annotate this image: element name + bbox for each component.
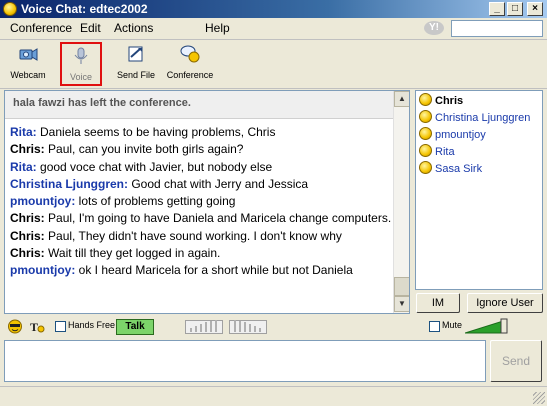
volume-slider[interactable] bbox=[465, 318, 509, 334]
chat-transcript[interactable]: hala fawzi has left the conference. Rita… bbox=[4, 90, 410, 314]
message-sender: pmountjoy: bbox=[10, 194, 76, 209]
hands-free-checkbox[interactable] bbox=[55, 321, 66, 332]
system-message: hala fawzi has left the conference. bbox=[5, 91, 394, 119]
message-row: Christina Ljunggren: Good chat with Jerr… bbox=[10, 176, 393, 193]
message-text: Paul, can you invite both girls again? bbox=[48, 142, 244, 157]
participant-item[interactable]: Sasa Sirk bbox=[419, 161, 482, 177]
input-level-meter bbox=[185, 320, 223, 334]
mute-label: Mute bbox=[442, 320, 463, 330]
emoticon-icon[interactable] bbox=[7, 319, 23, 334]
message-row: pmountjoy: ok I heard Maricela for a sho… bbox=[10, 262, 393, 279]
message-sender: pmountjoy: bbox=[10, 263, 76, 278]
voice-chat-window: Voice Chat: edtec2002 _ □ × Conference E… bbox=[0, 0, 547, 406]
message-sender: Chris: bbox=[10, 228, 45, 243]
message-list: Rita: Daniela seems to be having problem… bbox=[10, 124, 393, 280]
chat-scrollbar[interactable]: ▲ ▼ bbox=[393, 91, 409, 313]
toolbar-divider bbox=[0, 39, 547, 40]
message-text: Daniela seems to be having problems, Chr… bbox=[40, 125, 276, 139]
message-sender: Rita: bbox=[10, 159, 37, 174]
menu-edit[interactable]: Edit bbox=[80, 21, 101, 35]
participant-name: Sasa Sirk bbox=[435, 163, 483, 175]
output-level-meter bbox=[229, 320, 267, 334]
participant-list[interactable]: Chris Christina Ljunggren pmountjoy Rita… bbox=[415, 90, 543, 290]
participant-item[interactable]: Rita bbox=[419, 144, 455, 160]
im-button[interactable]: IM bbox=[416, 293, 460, 313]
resize-grip-icon[interactable] bbox=[533, 392, 545, 404]
send-button[interactable]: Send bbox=[490, 340, 542, 382]
message-text: Paul, I'm going to have Daniela and Mari… bbox=[48, 211, 392, 226]
font-style-icon[interactable]: T bbox=[29, 319, 45, 334]
yahoo-smiley-icon bbox=[3, 2, 17, 16]
webcam-button[interactable]: Webcam bbox=[6, 42, 50, 86]
participant-item[interactable]: Chris bbox=[419, 93, 463, 109]
smiley-icon bbox=[419, 110, 432, 123]
status-bar bbox=[0, 386, 547, 406]
participant-name: pmountjoy bbox=[435, 129, 486, 141]
webcam-icon bbox=[19, 48, 38, 61]
talk-button[interactable]: Talk bbox=[116, 319, 154, 335]
title-bar[interactable]: Voice Chat: edtec2002 _ □ × bbox=[0, 0, 547, 18]
message-sender: Chris: bbox=[10, 142, 45, 157]
hands-free-label: Hands Free bbox=[68, 320, 116, 330]
message-row: Chris: Paul, can you invite both girls a… bbox=[10, 141, 393, 158]
yahoo-logo: Y! bbox=[424, 21, 444, 35]
message-row: Rita: Daniela seems to be having problem… bbox=[10, 124, 393, 141]
maximize-button[interactable]: □ bbox=[507, 2, 523, 16]
message-row: Chris: Paul, I'm going to have Daniela a… bbox=[10, 210, 393, 227]
microphone-icon bbox=[74, 47, 88, 64]
smiley-icon bbox=[419, 161, 432, 174]
message-row: Chris: Paul, They didn't have sound work… bbox=[10, 228, 393, 245]
message-sender: Christina Ljunggren: bbox=[10, 176, 128, 191]
participant-item[interactable]: pmountjoy bbox=[419, 127, 486, 143]
message-text: Good chat with Jerry and Jessica bbox=[131, 176, 309, 191]
ignore-user-button[interactable]: Ignore User bbox=[467, 293, 543, 313]
message-row: Chris: Wait till they get logged in agai… bbox=[10, 245, 393, 262]
mute-checkbox[interactable] bbox=[429, 321, 440, 332]
participant-item[interactable]: Christina Ljunggren bbox=[419, 110, 530, 126]
conference-label: Conference bbox=[166, 70, 214, 80]
message-text: ok I heard Maricela for a short while bu… bbox=[78, 263, 353, 278]
message-text: Wait till they get logged in again. bbox=[48, 246, 221, 261]
message-row: Rita: good voce chat with Javier, but no… bbox=[10, 159, 393, 176]
conference-button[interactable]: Conference bbox=[165, 42, 215, 86]
send-file-button[interactable]: Send File bbox=[113, 42, 159, 86]
send-file-label: Send File bbox=[116, 70, 156, 80]
svg-text:T: T bbox=[30, 320, 38, 334]
window-title: Voice Chat: edtec2002 bbox=[21, 2, 148, 16]
message-sender: Rita: bbox=[10, 125, 37, 139]
participant-name: Christina Ljunggren bbox=[435, 112, 531, 124]
scroll-up-arrow-icon[interactable]: ▲ bbox=[394, 91, 409, 107]
conference-icon bbox=[180, 45, 200, 63]
scroll-down-arrow-icon[interactable]: ▼ bbox=[394, 296, 409, 312]
message-sender: Chris: bbox=[10, 246, 45, 261]
webcam-label: Webcam bbox=[10, 70, 46, 80]
voice-label: Voice bbox=[69, 72, 93, 82]
message-sender: Chris: bbox=[10, 211, 45, 226]
voice-button[interactable]: Voice bbox=[60, 42, 102, 86]
menu-actions[interactable]: Actions bbox=[114, 21, 153, 35]
send-file-icon bbox=[128, 46, 143, 62]
scroll-thumb[interactable] bbox=[394, 277, 409, 296]
smiley-icon bbox=[419, 127, 432, 140]
participant-name: Rita bbox=[435, 146, 455, 158]
close-button[interactable]: × bbox=[527, 2, 543, 16]
volume-slider-thumb[interactable] bbox=[500, 318, 508, 334]
message-text: lots of problems getting going bbox=[78, 194, 236, 209]
message-text: Paul, They didn't have sound working. I … bbox=[48, 228, 342, 243]
toolbar-bottom-divider bbox=[0, 88, 547, 89]
smiley-icon bbox=[419, 93, 432, 106]
smiley-icon bbox=[419, 144, 432, 157]
message-text: good voce chat with Javier, but nobody e… bbox=[40, 159, 273, 174]
search-input[interactable] bbox=[451, 20, 543, 37]
minimize-button[interactable]: _ bbox=[489, 2, 505, 16]
menu-conference[interactable]: Conference bbox=[10, 21, 72, 35]
menu-help[interactable]: Help bbox=[205, 21, 230, 35]
participant-name: Chris bbox=[435, 95, 464, 107]
message-input[interactable] bbox=[4, 340, 486, 382]
message-row: pmountjoy: lots of problems getting goin… bbox=[10, 193, 393, 210]
